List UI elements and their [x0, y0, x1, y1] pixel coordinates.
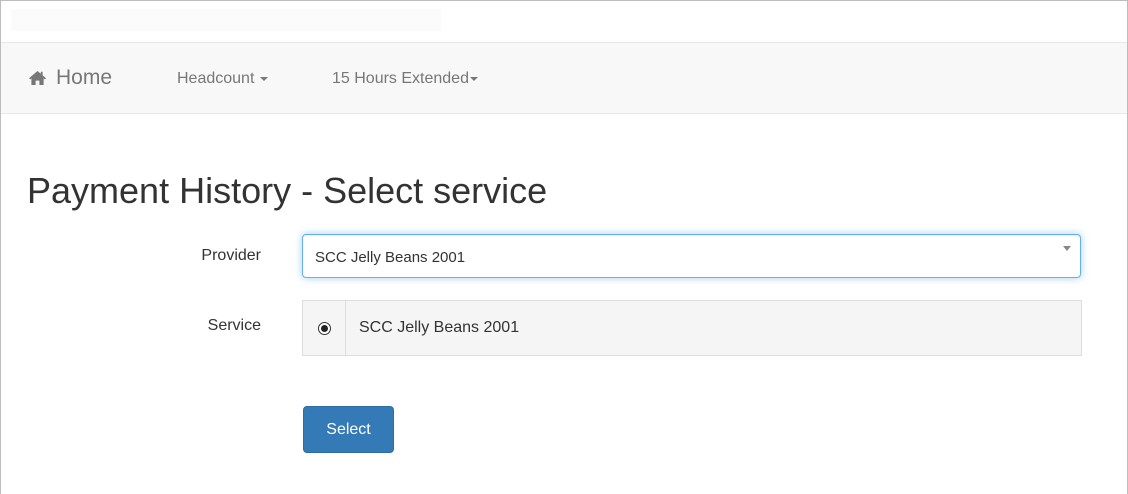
provider-label: Provider — [201, 247, 261, 264]
service-label: Service — [207, 317, 261, 334]
navbar: Home Headcount 15 Hours Extended — [1, 42, 1127, 114]
page: Home Headcount 15 Hours Extended Payment… — [0, 0, 1128, 494]
nav-headcount-label: Headcount — [177, 70, 255, 87]
provider-select-value: SCC Jelly Beans 2001 — [315, 249, 466, 266]
service-option-label[interactable]: SCC Jelly Beans 2001 — [359, 319, 519, 337]
service-radio[interactable] — [317, 321, 331, 335]
provider-select[interactable]: SCC Jelly Beans 2001 — [302, 234, 1081, 278]
nav-headcount-dropdown[interactable]: Headcount — [177, 68, 269, 90]
caret-down-icon — [469, 77, 478, 81]
service-option-group: SCC Jelly Beans 2001 — [302, 300, 1082, 356]
home-icon — [29, 71, 46, 85]
nav-15-hours-extended-label: 15 Hours Extended — [332, 70, 469, 87]
radio-selected-dot — [320, 324, 328, 332]
page-title: Payment History - Select service — [27, 170, 548, 211]
dropdown-arrow-icon — [1063, 246, 1071, 251]
nav-home-link[interactable]: Home — [28, 65, 112, 91]
caret-down-icon — [260, 77, 269, 81]
top-strip — [11, 9, 441, 31]
select-button[interactable]: Select — [303, 406, 394, 453]
service-radio-cell — [303, 301, 346, 355]
nav-15-hours-extended-dropdown[interactable]: 15 Hours Extended — [332, 68, 478, 90]
nav-home-label: Home — [56, 66, 113, 89]
